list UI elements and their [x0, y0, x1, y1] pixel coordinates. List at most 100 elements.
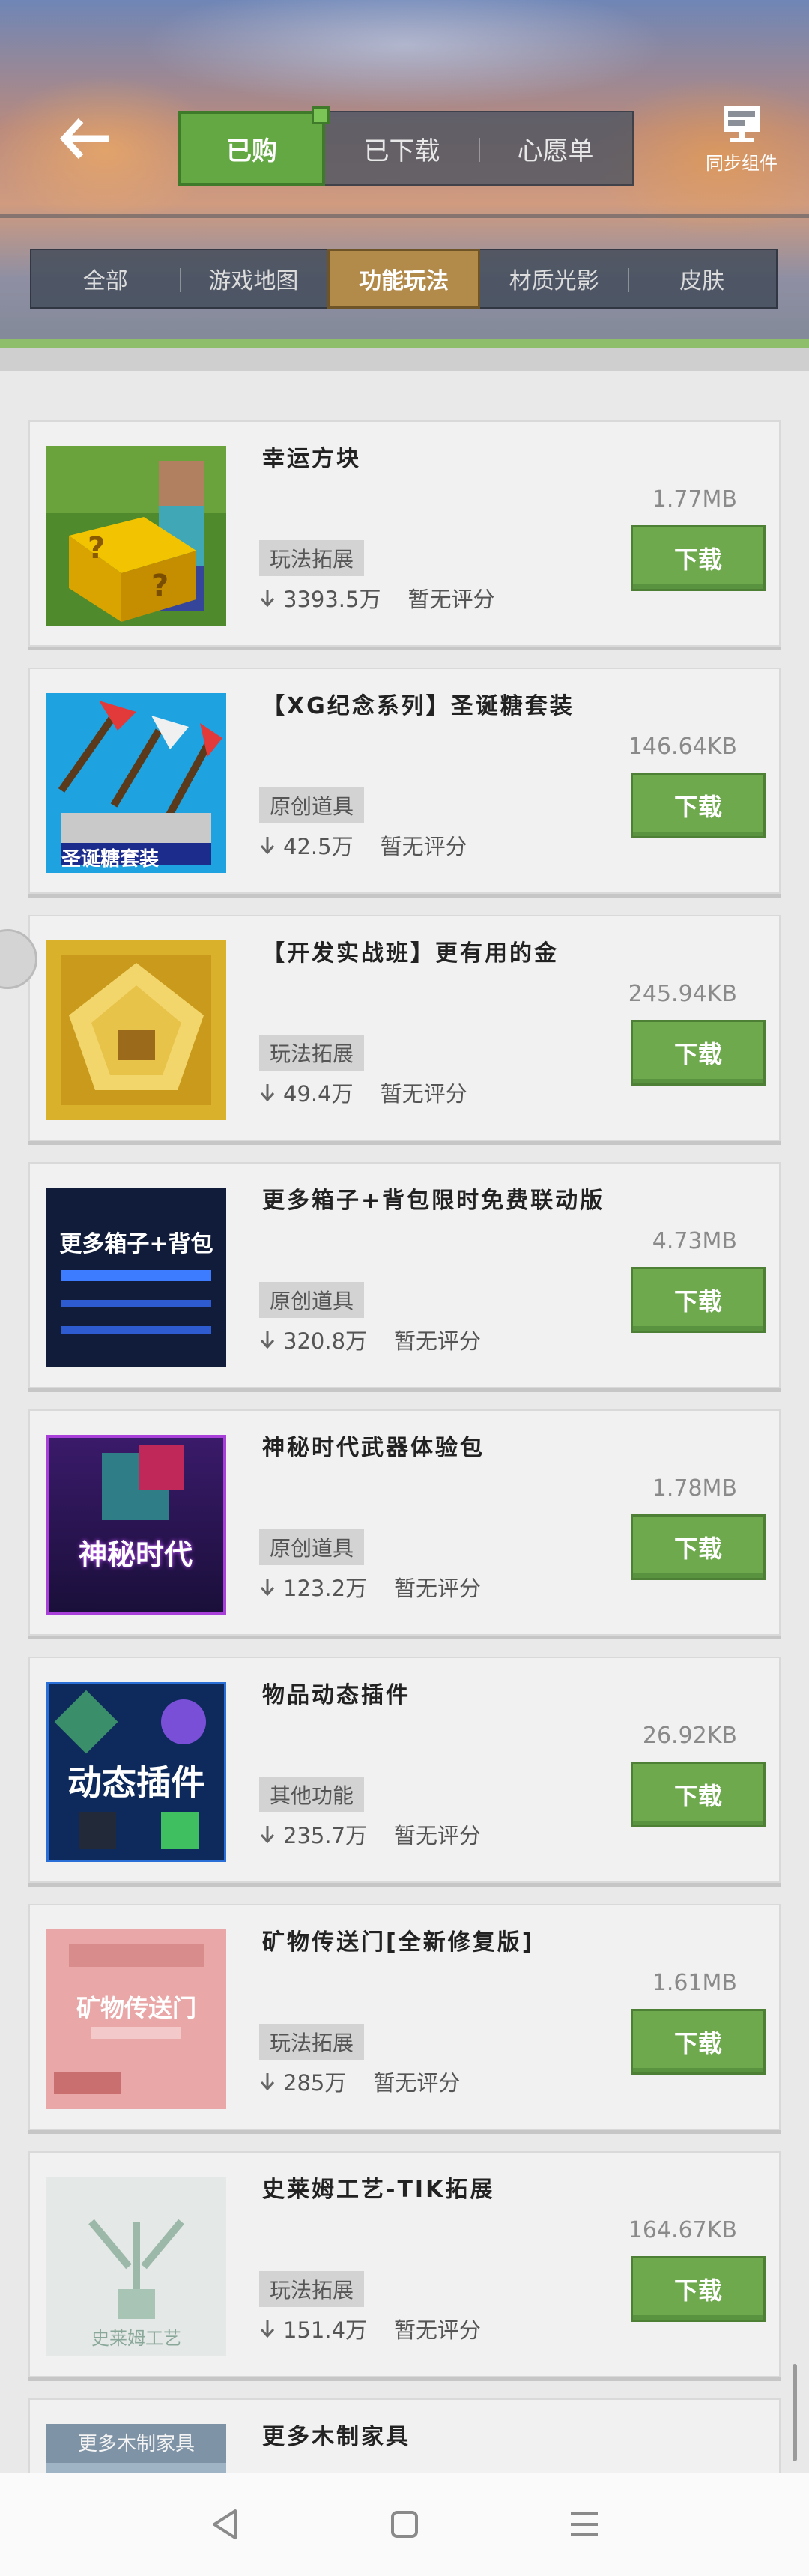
item-stats: 235.7万 暂无评分: [259, 1818, 481, 1850]
item-downloads: 42.5万: [283, 834, 354, 859]
item-downloads: 49.4万: [283, 1081, 354, 1107]
item-size: 1.78MB: [652, 1475, 737, 1502]
nav-back-button[interactable]: [195, 2494, 255, 2554]
category-divider: [179, 268, 181, 292]
item-thumbnail: [46, 940, 226, 1120]
category-skins[interactable]: 皮肤: [628, 250, 776, 307]
list-item[interactable]: 圣诞糖套装 【XG纪念系列】圣诞糖套装 146.64KB 原创道具 42.5万 …: [28, 668, 781, 894]
thumb-decoration: [161, 1699, 206, 1744]
arrow-down-icon: [260, 837, 275, 855]
list-item[interactable]: ? ? 幸运方块 1.77MB 玩法拓展 3393.5万 暂无评分 下载: [28, 420, 781, 647]
thumb-caption: 圣诞糖套装: [61, 848, 160, 871]
gold-item-image: [46, 940, 226, 1120]
list-item[interactable]: 更多木制家具 更多木制家具: [28, 2398, 781, 2473]
item-tag: 玩法拓展: [259, 1035, 365, 1071]
category-game-maps[interactable]: 游戏地图: [179, 250, 328, 307]
top-tab-bar: 已购 已下载 心愿单: [178, 106, 634, 186]
square-home-icon: [391, 2511, 418, 2538]
tab-downloaded[interactable]: 已下载: [325, 112, 479, 184]
item-title: 更多木制家具: [262, 2424, 410, 2450]
item-size: 1.61MB: [652, 1970, 737, 1996]
category-label: 材质光影: [509, 268, 599, 294]
thumb-decoration: [139, 1445, 184, 1490]
sync-component-icon: [724, 106, 760, 142]
header: 已购 已下载 心愿单 同步组件 全部 游戏地图 功能玩法 材质光影 皮肤: [0, 0, 809, 371]
item-rating: 暂无评分: [380, 834, 467, 859]
nav-menu-button[interactable]: [554, 2494, 614, 2554]
item-title: 史莱姆工艺-TIK拓展: [262, 2177, 495, 2203]
item-tag: 原创道具: [259, 1282, 365, 1318]
arrow-down-icon: [260, 1331, 275, 1349]
item-stats: 42.5万 暂无评分: [259, 829, 467, 861]
thumb-caption: 动态插件: [67, 1762, 205, 1803]
download-button[interactable]: 下载: [631, 525, 766, 591]
tab-purchased[interactable]: 已购: [178, 106, 330, 186]
category-textures-shaders[interactable]: 材质光影: [480, 250, 628, 307]
list-item[interactable]: 【开发实战班】更有用的金 245.94KB 玩法拓展 49.4万 暂无评分 下载: [28, 915, 781, 1141]
list-item[interactable]: 更多箱子+背包 更多箱子+背包限时免费联动版 4.73MB 原创道具 320.8…: [28, 1162, 781, 1388]
category-gameplay[interactable]: 功能玩法: [327, 249, 480, 309]
download-button[interactable]: 下载: [631, 1267, 766, 1333]
download-button[interactable]: 下载: [631, 1514, 766, 1580]
item-thumbnail: 动态插件: [46, 1682, 226, 1862]
thumb-decoration: [61, 1326, 211, 1334]
download-button[interactable]: 下载: [631, 2009, 766, 2075]
download-button[interactable]: 下载: [631, 1020, 766, 1086]
lucky-block-image: ? ?: [46, 446, 226, 626]
item-rating: 暂无评分: [394, 1328, 482, 1354]
list-item[interactable]: 矿物传送门 矿物传送门[全新修复版] 1.61MB 玩法拓展 285万 暂无评分…: [28, 1904, 781, 2130]
list-item[interactable]: 神秘时代 神秘时代武器体验包 1.78MB 原创道具 123.2万 暂无评分 下…: [28, 1409, 781, 1636]
category-divider: [628, 268, 630, 292]
download-button[interactable]: 下载: [631, 773, 766, 838]
item-title: 【开发实战班】更有用的金: [262, 940, 559, 967]
thumb-decoration: [91, 2027, 181, 2039]
thumb-decoration: [79, 1812, 116, 1849]
nav-home-button[interactable]: [375, 2494, 434, 2554]
thumb-decoration: [54, 1690, 118, 1754]
scrollbar[interactable]: [793, 2364, 797, 2461]
green-divider: [0, 339, 809, 348]
menu-lines-icon: [571, 2512, 598, 2536]
item-rating: 暂无评分: [394, 1576, 482, 1601]
item-tag: 玩法拓展: [259, 540, 365, 576]
category-label: 功能玩法: [358, 268, 449, 294]
item-thumbnail: 矿物传送门: [46, 1929, 226, 2109]
item-thumbnail: 更多木制家具: [46, 2424, 226, 2473]
download-button[interactable]: 下载: [631, 2256, 766, 2322]
arrow-down-icon: [260, 1084, 275, 1102]
thumb-decoration: [161, 1812, 199, 1849]
item-thumbnail: 神秘时代: [46, 1435, 226, 1615]
item-thumbnail: 更多箱子+背包: [46, 1188, 226, 1367]
item-size: 4.73MB: [652, 1228, 737, 1254]
item-thumbnail: 史莱姆工艺: [46, 2177, 226, 2356]
item-stats: 320.8万 暂无评分: [259, 1324, 481, 1355]
svg-text:?: ?: [88, 531, 105, 566]
item-downloads: 320.8万: [283, 1328, 368, 1354]
back-button[interactable]: [52, 105, 120, 172]
thumb-decoration: [54, 2072, 121, 2094]
item-size: 146.64KB: [628, 734, 737, 760]
category-all[interactable]: 全部: [31, 250, 180, 307]
svg-text:?: ?: [151, 569, 169, 603]
thumb-decoration: [69, 1944, 204, 1967]
sync-component-label: 同步组件: [706, 153, 778, 174]
item-rating: 暂无评分: [380, 1081, 467, 1107]
tab-wishlist[interactable]: 心愿单: [479, 112, 632, 184]
thumb-caption: 矿物传送门: [76, 1994, 196, 2022]
download-button[interactable]: 下载: [631, 1762, 766, 1827]
list-item[interactable]: 动态插件 物品动态插件 26.92KB 其他功能 235.7万 暂无评分 下载: [28, 1657, 781, 1883]
thumb-caption: 更多箱子+背包: [59, 1231, 213, 1257]
item-stats: 49.4万 暂无评分: [259, 1077, 467, 1108]
thumb-decoration: [61, 1300, 211, 1307]
sync-component-button[interactable]: 同步组件: [697, 105, 787, 187]
item-stats: 285万 暂无评分: [259, 2066, 460, 2097]
category-label: 全部: [82, 268, 128, 294]
item-downloads: 3393.5万: [283, 587, 381, 612]
item-rating: 暂无评分: [407, 587, 495, 612]
item-list[interactable]: ? ? 幸运方块 1.77MB 玩法拓展 3393.5万 暂无评分 下载 圣诞糖…: [0, 371, 809, 2473]
tab-divider: [479, 138, 480, 162]
list-item[interactable]: 史莱姆工艺 史莱姆工艺-TIK拓展 164.67KB 玩法拓展 151.4万 暂…: [28, 2151, 781, 2377]
item-tag: 玩法拓展: [259, 2271, 365, 2307]
item-size: 245.94KB: [628, 981, 737, 1007]
item-size: 164.67KB: [628, 2217, 737, 2243]
